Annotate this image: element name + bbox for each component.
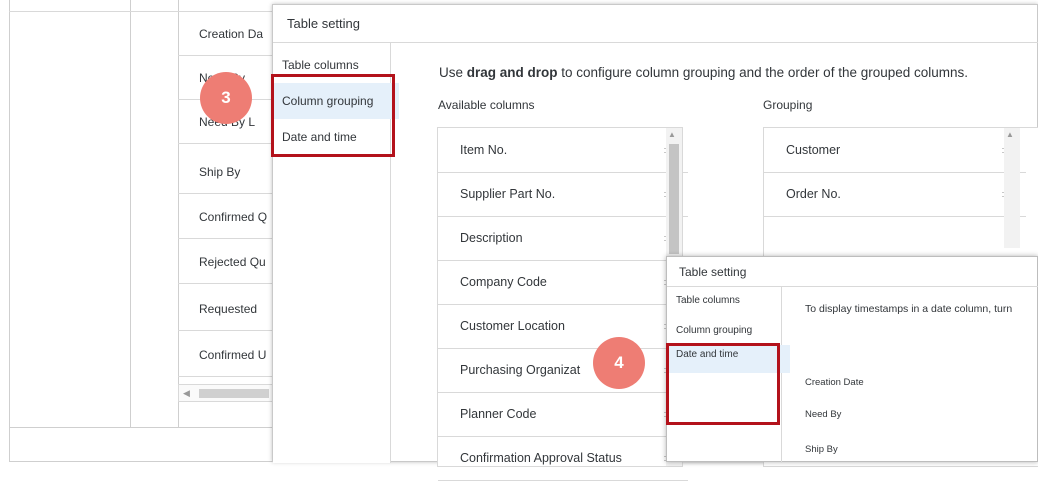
grouping-label: Grouping [763,98,813,112]
instruction-emphasis: drag and drop [466,65,558,80]
list-item[interactable]: Supplier Part No. [438,172,688,217]
date-field-label: Creation Date [805,377,864,388]
instruction-text: Use drag and drop to configure column gr… [439,65,968,80]
available-columns-label: Available columns [438,98,535,112]
column-name: Description [460,231,523,245]
highlight-box-date-and-time [666,343,780,425]
nav-item-label: Table columns [282,58,359,72]
column-name: Customer [786,143,841,157]
column-name: Planner Code [460,407,537,421]
date-field-label: Ship By [805,444,838,455]
list-item[interactable]: Planner Code [438,392,688,437]
row-label: Rejected Qu [199,255,266,269]
list-item[interactable]: Customer Location [438,304,688,349]
chevron-up-icon[interactable]: ▲ [1006,130,1014,139]
dialog-title: Table setting [667,257,1038,287]
list-item[interactable]: Company Code [438,260,688,305]
list-item[interactable]: Description [438,216,688,261]
list-item[interactable]: Customer [764,128,1026,173]
row-label: Requested [199,302,258,316]
table-row[interactable]: Rejected Qu [178,240,278,284]
horizontal-scrollbar[interactable]: ◀ [178,384,278,402]
step-badge-4: 4 [593,337,645,389]
divider [130,0,131,428]
vertical-scrollbar[interactable]: ▲ [1004,128,1020,248]
column-name: Customer Location [460,319,565,333]
date-field-label: Need By [805,409,842,420]
column-name: Item No. [460,143,508,157]
list-item[interactable]: Confirmation Approval Status [438,436,688,481]
column-name: Purchasing Organizat [460,363,581,377]
nav-item-label: Column grouping [676,325,753,336]
date-time-description: To display timestamps in a date column, … [805,303,1013,315]
row-label: Ship By [199,165,241,179]
divider [9,0,10,428]
step-badge-3: 3 [200,72,252,124]
instruction-pre: Use [439,65,467,80]
list-item[interactable]: Item No. [438,128,688,173]
instruction-post: to configure column grouping and the ord… [557,65,969,80]
highlight-box-column-grouping [271,74,395,157]
column-name: Confirmation Approval Status [460,451,622,465]
scrollbar-thumb[interactable] [669,144,679,254]
nav-item-table-columns[interactable]: Table columns [667,287,790,315]
table-row[interactable]: Confirmed Q [178,195,278,239]
chevron-up-icon[interactable]: ▲ [668,130,676,139]
column-name: Order No. [786,187,841,201]
row-label: Confirmed U [199,348,267,362]
table-row[interactable]: Creation Da [178,12,278,56]
table-row[interactable]: Requested [178,287,278,331]
available-columns-list: Item No. Supplier Part No. Description C… [437,127,688,481]
chevron-left-icon[interactable]: ◀ [183,388,190,399]
scrollbar-thumb[interactable] [199,389,269,398]
list-item[interactable]: Purchasing Organizat [438,348,688,393]
table-row[interactable]: Ship By [178,150,278,194]
row-label: Creation Da [199,27,264,41]
nav-item-column-grouping[interactable]: Column grouping [667,317,790,345]
table-row[interactable]: Confirmed U [178,333,278,377]
list-item[interactable]: Order No. [764,172,1026,217]
nav-item-label: Table columns [676,295,740,306]
column-name: Supplier Part No. [460,187,556,201]
dialog-title: Table setting [273,5,1038,43]
row-label: Confirmed Q [199,210,268,224]
column-name: Company Code [460,275,547,289]
